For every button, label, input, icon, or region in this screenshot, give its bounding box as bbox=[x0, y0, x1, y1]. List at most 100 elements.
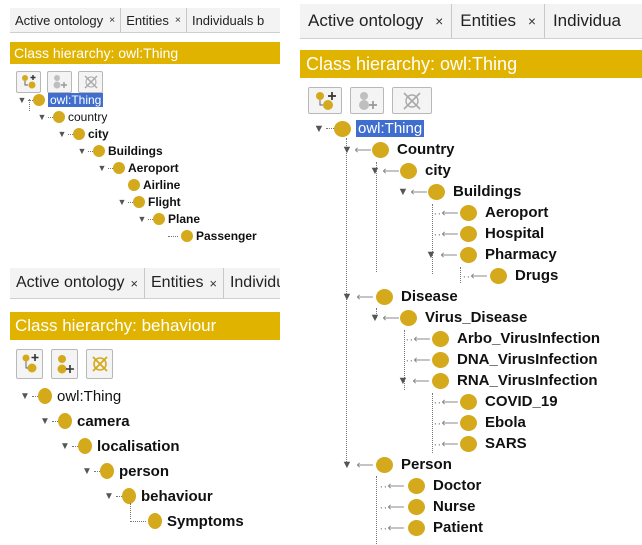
tree-node[interactable]: ▼ camera bbox=[38, 410, 130, 432]
tree-node[interactable]: ▼ Buildings bbox=[76, 143, 163, 159]
expand-arrow-icon[interactable]: ▼ bbox=[16, 95, 28, 105]
tree-node[interactable]: ▼ owl:Thing bbox=[312, 118, 425, 139]
node-label: Symptoms bbox=[167, 512, 244, 530]
expand-arrow-icon[interactable]: ▼ bbox=[340, 144, 354, 156]
add-subclass-button[interactable] bbox=[16, 349, 43, 379]
close-icon[interactable]: × bbox=[435, 14, 443, 29]
delete-class-button[interactable] bbox=[86, 349, 113, 379]
tree-node[interactable]: ··⟵ SARS bbox=[432, 433, 526, 454]
expand-arrow-icon[interactable]: ▼ bbox=[340, 291, 354, 303]
tree-node[interactable]: ▼ ⟵ city bbox=[368, 160, 451, 181]
tree-node[interactable]: ▼ Flight bbox=[116, 194, 181, 210]
tree-node[interactable]: ··⟵ COVID_19 bbox=[432, 391, 557, 412]
tree-node[interactable]: ··⟵ DNA_VirusInfection bbox=[404, 349, 598, 370]
class-node-icon bbox=[460, 393, 477, 410]
add-subclass-button[interactable] bbox=[308, 87, 342, 114]
tree-node[interactable]: Airline bbox=[128, 177, 180, 193]
class-node-icon bbox=[148, 513, 162, 529]
tab-active-ontology[interactable]: Active ontology × bbox=[300, 4, 453, 38]
expand-arrow-icon[interactable]: ▼ bbox=[76, 146, 88, 156]
tree-node[interactable]: ▼ ⟵ RNA_VirusInfection bbox=[396, 370, 598, 391]
node-label: DNA_VirusInfection bbox=[457, 351, 598, 368]
tab-individuals[interactable]: Individuals bbox=[224, 268, 280, 298]
expand-arrow-icon[interactable]: ▼ bbox=[424, 249, 438, 261]
tree-node[interactable]: ▼ ⟵ Country bbox=[340, 139, 455, 160]
tree-node[interactable]: ▼ city bbox=[56, 126, 109, 142]
panel-c: Active ontology × Entities × Individua Cla… bbox=[300, 4, 642, 544]
add-sibling-button[interactable] bbox=[47, 71, 72, 93]
expand-arrow-icon[interactable]: ▼ bbox=[368, 165, 382, 177]
expand-arrow-icon[interactable]: ▼ bbox=[368, 312, 382, 324]
close-icon[interactable]: × bbox=[131, 276, 138, 291]
tree-node[interactable]: ··⟵ Ebola bbox=[432, 412, 525, 433]
tree-node[interactable]: ▼ behaviour bbox=[102, 485, 213, 507]
node-label: Patient bbox=[433, 519, 484, 536]
tree-node[interactable]: ▼ owl:Thing bbox=[16, 92, 104, 108]
close-icon[interactable]: × bbox=[209, 276, 216, 291]
expand-arrow-icon[interactable]: ▼ bbox=[136, 214, 148, 224]
expand-arrow-icon[interactable]: ▼ bbox=[80, 466, 94, 477]
class-node-icon bbox=[400, 309, 417, 326]
expand-arrow-icon[interactable]: ▼ bbox=[36, 112, 48, 122]
tree-node[interactable]: ··⟵ Hospital bbox=[432, 223, 544, 244]
add-subclass-button[interactable] bbox=[16, 71, 41, 93]
expand-arrow-icon[interactable]: ▼ bbox=[38, 416, 52, 427]
add-sibling-button[interactable] bbox=[350, 87, 384, 114]
tab-active-ontology[interactable]: Active ontology × bbox=[10, 268, 145, 298]
expand-arrow-icon[interactable]: ▼ bbox=[396, 375, 410, 387]
add-sibling-button[interactable] bbox=[51, 349, 78, 379]
node-label: Person bbox=[401, 456, 452, 473]
tree-node[interactable]: ▼ localisation bbox=[58, 435, 179, 457]
tree-node[interactable]: ▼ ⟵ Person bbox=[340, 454, 452, 475]
class-node-icon bbox=[460, 225, 477, 242]
tree-node[interactable]: ▼ country bbox=[36, 109, 108, 125]
class-node-icon bbox=[372, 141, 389, 158]
node-label: Country bbox=[397, 141, 455, 158]
tree-node[interactable]: ▼ ⟵ Buildings bbox=[396, 181, 522, 202]
tree-node[interactable]: ··⟵ Patient bbox=[376, 517, 483, 538]
tab-entities[interactable]: Entities × bbox=[121, 8, 187, 32]
class-node-icon bbox=[408, 498, 425, 515]
node-label: Doctor bbox=[433, 477, 482, 494]
expand-arrow-icon[interactable]: ▼ bbox=[396, 186, 410, 198]
close-icon[interactable]: × bbox=[528, 14, 536, 29]
tree-node[interactable]: Passenger bbox=[168, 228, 257, 244]
panel-b: Active ontology × Entities × Individuals C… bbox=[10, 268, 280, 543]
delete-class-button[interactable] bbox=[392, 87, 432, 114]
tab-individuals[interactable]: Individuals b bbox=[187, 8, 269, 32]
class-node-icon bbox=[93, 145, 105, 157]
tree-node[interactable]: ··⟵ Aeroport bbox=[432, 202, 548, 223]
tree-node[interactable]: ··⟵ Arbo_VirusInfection bbox=[404, 328, 600, 349]
tab-label: Individuals b bbox=[191, 12, 265, 28]
close-icon[interactable]: × bbox=[175, 15, 181, 26]
delete-class-button[interactable] bbox=[78, 71, 103, 93]
tree-node[interactable]: ▼ person bbox=[80, 460, 169, 482]
tab-active-ontology[interactable]: Active ontology × bbox=[10, 8, 122, 32]
close-icon[interactable]: × bbox=[109, 15, 115, 26]
expand-arrow-icon[interactable]: ▼ bbox=[56, 129, 68, 139]
expand-arrow-icon[interactable]: ▼ bbox=[96, 163, 108, 173]
expand-arrow-icon[interactable]: ▼ bbox=[312, 123, 326, 135]
tree-node[interactable]: ▼ ⟵ Disease bbox=[340, 286, 458, 307]
tree-node[interactable]: ··⟵ Drugs bbox=[460, 265, 558, 286]
expand-arrow-icon[interactable]: ▼ bbox=[18, 391, 32, 402]
expand-arrow-icon[interactable]: ▼ bbox=[116, 197, 128, 207]
tree-node[interactable]: Symptoms bbox=[130, 510, 244, 532]
expand-arrow-icon[interactable]: ▼ bbox=[340, 459, 354, 471]
tree-node[interactable]: ▼ Aeroport bbox=[96, 160, 179, 176]
add-subclass-icon bbox=[316, 91, 336, 110]
class-node-icon bbox=[408, 477, 425, 494]
expand-arrow-icon[interactable]: ▼ bbox=[102, 491, 116, 502]
tab-entities[interactable]: Entities × bbox=[145, 268, 224, 298]
class-node-icon bbox=[432, 351, 449, 368]
tree-node[interactable]: ▼ ⟵ Pharmacy bbox=[424, 244, 557, 265]
tree-node[interactable]: ▼ ⟵ Virus_Disease bbox=[368, 307, 528, 328]
tree-node[interactable]: ▼ owl:Thing bbox=[18, 385, 121, 407]
tree-node[interactable]: ··⟵ Doctor bbox=[376, 475, 481, 496]
tree-node[interactable]: ··⟵ Nurse bbox=[376, 496, 475, 517]
tab-entities[interactable]: Entities × bbox=[452, 4, 545, 38]
tab-individuals[interactable]: Individua bbox=[545, 4, 629, 38]
expand-arrow-icon[interactable]: ▼ bbox=[58, 441, 72, 452]
toolbar bbox=[308, 87, 642, 114]
tree-node[interactable]: ▼ Plane bbox=[136, 211, 200, 227]
